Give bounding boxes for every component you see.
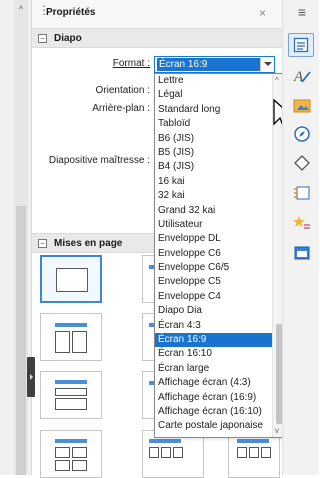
layout-cell — [261, 447, 271, 458]
animation-icon[interactable] — [292, 213, 312, 233]
layout-title-bar — [55, 439, 87, 443]
layout-cell — [72, 447, 87, 458]
list-item[interactable]: Enveloppe C4 — [155, 290, 272, 304]
layout-cell — [249, 447, 259, 458]
list-item[interactable]: Diapo Dia — [155, 304, 272, 318]
list-item[interactable]: Carte postale japonaise — [155, 419, 272, 433]
list-item[interactable]: Enveloppe DL — [155, 232, 272, 246]
layout-frame — [56, 268, 88, 292]
list-item[interactable]: B4 (JIS) — [155, 160, 272, 174]
format-dropdown-value: Écran 16:9 — [157, 58, 260, 71]
layout-title-bar — [149, 439, 181, 443]
layout-cell — [149, 447, 159, 458]
navigator-icon[interactable] — [292, 124, 312, 144]
layout-cell — [55, 460, 70, 471]
layout-cell — [55, 447, 70, 458]
layout-cell — [55, 331, 70, 353]
layout-cell — [237, 447, 247, 458]
scroll-up-icon[interactable]: ^ — [275, 76, 279, 85]
format-options-list[interactable]: Lettre Légal Standard long Tabloïd B6 (JIS) B… — [154, 73, 286, 438]
shapes-icon[interactable] — [292, 153, 312, 173]
properties-icon[interactable] — [288, 33, 314, 57]
layout-title-bar — [55, 323, 87, 327]
background-label: Arrière-plan : — [92, 103, 150, 114]
list-item[interactable]: Affichage écran (16:9) — [155, 391, 272, 405]
layout-cell — [173, 447, 183, 458]
list-item[interactable]: Grand 32 kai — [155, 204, 272, 218]
layout-blank[interactable] — [40, 255, 102, 303]
list-item[interactable]: Enveloppe C5 — [155, 275, 272, 289]
styles-icon[interactable]: A — [292, 66, 312, 86]
list-item[interactable]: Écran 16:10 — [155, 347, 272, 361]
list-item[interactable]: Écran 16:9 — [155, 333, 272, 348]
list-item[interactable]: Écran large — [155, 362, 272, 376]
left-scroll-up-icon[interactable]: ^ — [14, 4, 28, 14]
master-slides-icon[interactable] — [292, 183, 312, 203]
collapse-icon[interactable]: − — [38, 34, 47, 43]
slide-transition-icon[interactable] — [292, 243, 312, 263]
svg-text:A: A — [293, 69, 304, 85]
left-scrollbar-thumb[interactable] — [16, 206, 26, 475]
menu-icon[interactable]: ≡ — [292, 2, 312, 22]
list-item[interactable]: Affichage écran (4:3) — [155, 376, 272, 390]
section-layouts-title: Mises en page — [54, 238, 123, 249]
chevron-down-icon[interactable] — [260, 57, 274, 72]
list-item[interactable]: 32 kai — [155, 189, 272, 203]
list-item[interactable]: Tabloïd — [155, 117, 272, 131]
section-slide-header[interactable]: − Diapo — [32, 28, 282, 48]
list-item[interactable]: Légal — [155, 88, 272, 102]
layout-cell — [55, 398, 87, 410]
list-item[interactable]: 16 kai — [155, 175, 272, 189]
scroll-down-icon[interactable]: v — [275, 426, 279, 435]
list-item[interactable]: Affichage écran (16:10) — [155, 405, 272, 419]
close-icon[interactable]: × — [259, 6, 266, 20]
list-item[interactable]: Lettre — [155, 74, 272, 88]
layout-cell — [161, 447, 171, 458]
collapse-icon[interactable]: − — [38, 239, 47, 248]
sidebar-collapse-handle[interactable] — [27, 357, 35, 397]
list-item[interactable]: Utilisateur — [155, 218, 272, 232]
list-item[interactable]: Standard long — [155, 103, 272, 117]
layout-title-four-content[interactable] — [40, 430, 102, 478]
sidebar-tabbar: ≡ A — [282, 0, 319, 475]
list-item[interactable]: B5 (JIS) — [155, 146, 272, 160]
layout-cell — [55, 388, 87, 396]
layout-cell — [72, 460, 87, 471]
layout-title-bar — [55, 380, 87, 384]
list-item[interactable]: Écran 4:3 — [155, 319, 272, 333]
gallery-icon[interactable] — [292, 96, 312, 116]
format-dropdown[interactable]: Écran 16:9 — [154, 56, 275, 73]
list-item[interactable]: Enveloppe C6 — [155, 247, 272, 261]
section-slide-title: Diapo — [54, 33, 82, 44]
format-label: Format : — [112, 58, 150, 69]
list-item[interactable]: Enveloppe C6/5 — [155, 261, 272, 275]
layout-title-two-content[interactable] — [40, 313, 102, 361]
panel-title: Propriétés — [46, 7, 96, 18]
orientation-label: Orientation : — [95, 85, 150, 96]
layout-cell — [72, 331, 87, 353]
list-item[interactable]: B6 (JIS) — [155, 132, 272, 146]
layout-title-bar — [237, 439, 269, 443]
layout-title-content[interactable] — [40, 371, 102, 419]
master-slide-label: Diapositive maîtresse : — [48, 155, 150, 166]
